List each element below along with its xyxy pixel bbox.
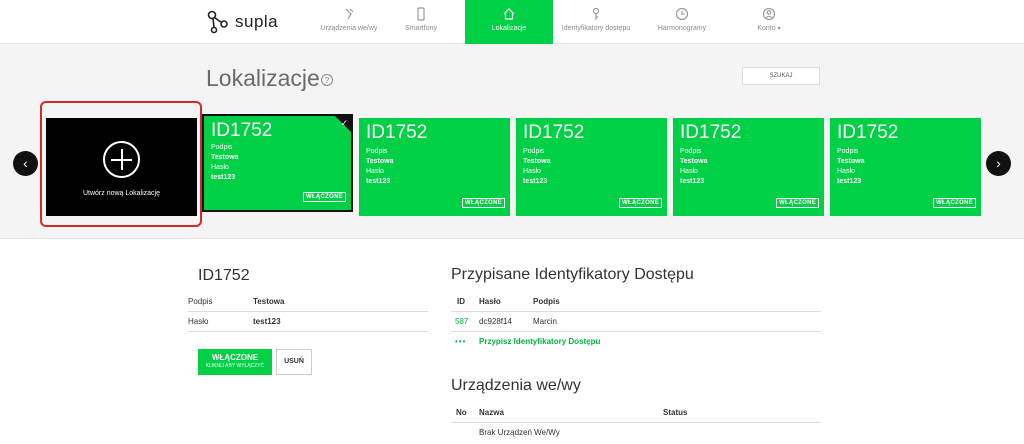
- logo[interactable]: supla: [207, 9, 278, 35]
- nav-schedules-label: Harmonogramy: [657, 25, 707, 32]
- caption-value: Testowa: [366, 158, 394, 165]
- account-icon: [762, 7, 776, 21]
- nav-locations-label: Lokalizacje: [491, 25, 527, 32]
- nav-devices-label: Urządzenia we/wy: [320, 25, 378, 32]
- location-card[interactable]: ID1752 Podpis Testowa Hasło test123 WŁĄC…: [359, 118, 510, 216]
- nav-account-label: Konto ▾: [757, 25, 781, 32]
- location-id: ID1752: [366, 122, 428, 143]
- nav-access-ids[interactable]: Identyfikatory dostępu: [552, 0, 640, 44]
- status-badge: WŁĄCZONE: [618, 198, 662, 208]
- col-name: Nazwa: [479, 408, 504, 417]
- toggle-enabled-button[interactable]: WŁĄCZONE KLIKNIJ ABY WYŁĄCZYĆ: [198, 349, 272, 375]
- col-no: No: [456, 408, 467, 417]
- password-label: Hasło: [523, 168, 541, 175]
- access-ids-title: Przypisane Identyfikatory Dostępu: [451, 266, 694, 283]
- password-label: Hasło: [211, 164, 229, 171]
- location-id: ID1752: [837, 122, 899, 143]
- location-card[interactable]: ID1752 Podpis Testowa Hasło test123 WŁĄC…: [673, 118, 824, 216]
- password-value: test123: [523, 178, 548, 185]
- password-value: test123: [366, 178, 391, 185]
- col-status: Status: [663, 408, 688, 417]
- help-icon[interactable]: ?: [321, 74, 333, 86]
- caption-value: Testowa: [837, 158, 865, 165]
- smartphone-icon: [417, 7, 425, 21]
- details-password-value[interactable]: test123: [253, 317, 281, 326]
- page-title: Lokalizacje: [206, 65, 320, 91]
- location-card[interactable]: ✓ ID1752 Podpis Testowa Hasło test123 WŁ…: [202, 114, 353, 212]
- table-row: 587 dc928f14 Marcin: [451, 312, 821, 332]
- details-caption-label: Podpis: [188, 297, 213, 306]
- caption-label: Podpis: [366, 148, 388, 155]
- caption-label: Podpis: [680, 148, 702, 155]
- nav-smartphones[interactable]: Smartfony: [377, 0, 465, 44]
- remove-button[interactable]: USUŃ: [276, 349, 312, 375]
- check-icon: ✓: [340, 118, 348, 128]
- assign-access-ids-link[interactable]: Przypisz Identyfikatory Dostępu: [479, 337, 600, 346]
- assign-access-ids-row[interactable]: ••• Przypisz Identyfikatory Dostępu: [451, 332, 821, 352]
- nav-smartphones-label: Smartfony: [405, 25, 437, 32]
- status-badge: WŁĄCZONE: [775, 198, 819, 208]
- carousel-prev-button[interactable]: ‹: [13, 151, 38, 176]
- details-title: ID1752: [198, 267, 250, 284]
- caption-label: Podpis: [523, 148, 545, 155]
- details-password-label: Hasło: [188, 317, 209, 326]
- top-navbar: supla Urządzenia we/wy Smartfony Lokaliz…: [0, 0, 1024, 44]
- logo-text: supla: [235, 12, 279, 31]
- devices-empty-row: Brak Urządzeń We/Wy: [451, 423, 821, 443]
- location-details-panel: ID1752 Podpis Testowa Hasło test123 WŁĄC…: [0, 238, 1024, 444]
- clock-icon: [675, 7, 689, 21]
- password-label: Hasło: [837, 168, 855, 175]
- dots-icon: •••: [455, 337, 467, 346]
- access-id-link[interactable]: 587: [455, 317, 468, 326]
- password-value: test123: [837, 178, 862, 185]
- status-badge: WŁĄCZONE: [302, 192, 346, 202]
- caption-value: Testowa: [211, 154, 239, 161]
- devices-title: Urządzenia we/wy: [451, 377, 581, 394]
- location-card[interactable]: ID1752 Podpis Testowa Hasło test123 WŁĄC…: [830, 118, 981, 216]
- location-id: ID1752: [211, 120, 273, 141]
- supla-logo-icon: [207, 10, 228, 34]
- access-id-caption: Marcin: [533, 317, 558, 326]
- chevron-down-icon: ▾: [777, 26, 781, 32]
- location-card[interactable]: ID1752 Podpis Testowa Hasło test123 WŁĄC…: [516, 118, 667, 216]
- plus-circle-icon: [103, 141, 140, 178]
- details-row-caption: Podpis Testowa: [188, 292, 428, 312]
- details-row-password: Hasło test123: [188, 312, 428, 332]
- caption-value: Testowa: [523, 158, 551, 165]
- new-location-label: Utwórz nową Lokalizację: [82, 190, 161, 197]
- status-badge: WŁĄCZONE: [461, 198, 505, 208]
- col-password: Hasło: [479, 297, 501, 306]
- nav-access-ids-label: Identyfikatory dostępu: [561, 25, 631, 32]
- toggle-enabled-label: WŁĄCZONE: [211, 353, 259, 362]
- access-id-password: dc928f14: [479, 317, 512, 326]
- carousel-next-button[interactable]: ›: [986, 151, 1011, 176]
- nav-schedules[interactable]: Harmonogramy: [638, 0, 726, 44]
- password-value: test123: [680, 178, 705, 185]
- access-ids-header: ID Hasło Podpis: [451, 292, 821, 312]
- col-caption: Podpis: [533, 297, 560, 306]
- nav-account[interactable]: Konto ▾: [725, 0, 813, 44]
- search-button[interactable]: SZUKAJ: [742, 67, 820, 85]
- status-badge: WŁĄCZONE: [932, 198, 976, 208]
- password-label: Hasło: [366, 168, 384, 175]
- location-id: ID1752: [523, 122, 585, 143]
- new-location-card[interactable]: Utwórz nową Lokalizację: [46, 118, 197, 216]
- password-value: test123: [211, 174, 236, 181]
- details-caption-value[interactable]: Testowa: [253, 297, 284, 306]
- key-icon: [592, 7, 600, 20]
- caption-label: Podpis: [837, 148, 859, 155]
- toggle-enabled-sublabel: KLIKNIJ ABY WYŁĄCZYĆ: [205, 363, 265, 369]
- devices-empty-text: Brak Urządzeń We/Wy: [479, 428, 560, 437]
- home-icon: [503, 8, 515, 20]
- caption-value: Testowa: [680, 158, 708, 165]
- location-id: ID1752: [680, 122, 742, 143]
- col-id: ID: [457, 297, 465, 306]
- devices-header: No Nazwa Status: [451, 403, 821, 423]
- device-icon: [345, 8, 354, 20]
- nav-locations[interactable]: Lokalizacje: [465, 0, 553, 44]
- caption-label: Podpis: [211, 144, 233, 151]
- password-label: Hasło: [680, 168, 698, 175]
